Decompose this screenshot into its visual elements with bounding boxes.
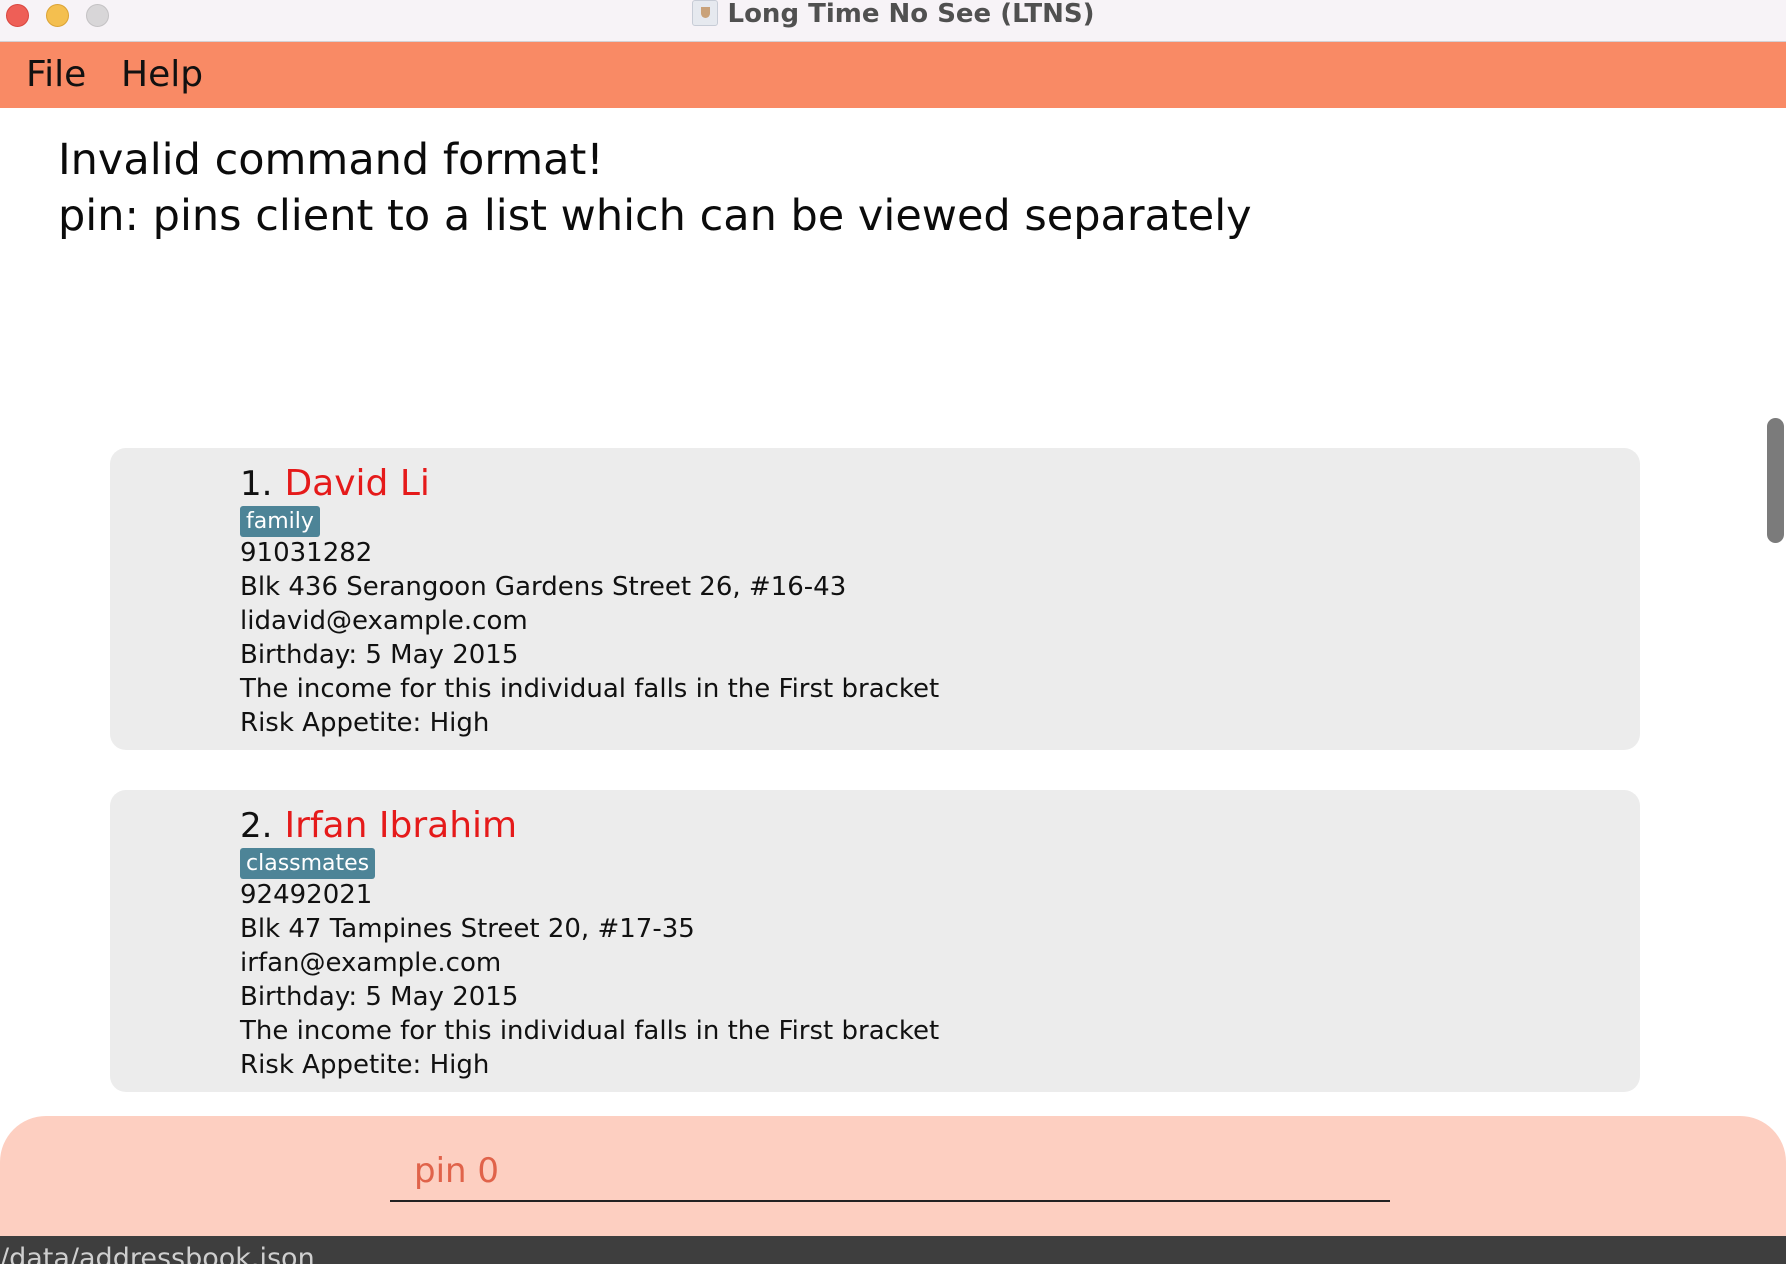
client-tag: family (240, 506, 320, 537)
data-file-path: /data/addressbook.json (0, 1243, 315, 1264)
client-list-scrollbar[interactable] (1767, 418, 1784, 543)
client-card[interactable]: 2. Irfan Ibrahim classmates 92492021 Blk … (110, 790, 1640, 1092)
app-icon (691, 0, 718, 26)
status-bar: /data/addressbook.json (0, 1236, 1786, 1264)
client-name: David Li (284, 463, 430, 504)
client-name: Irfan Ibrahim (284, 805, 518, 846)
client-email: irfan@example.com (240, 948, 502, 978)
client-index: 2. (240, 806, 273, 846)
client-risk-appetite: Risk Appetite: High (240, 1050, 490, 1080)
client-birthday: Birthday: 5 May 2015 (240, 982, 519, 1012)
client-phone: 92492021 (240, 880, 373, 910)
window-title: Long Time No See (LTNS) (0, 0, 1786, 30)
result-message-line-2: pin: pins client to a list which can be … (58, 191, 1252, 241)
command-box (0, 1116, 1786, 1236)
client-phone: 91031282 (240, 538, 373, 568)
result-message-line-1: Invalid command format! (58, 135, 604, 185)
menu-bar: File Help (0, 42, 1786, 108)
client-income: The income for this individual falls in … (240, 674, 940, 704)
client-card-header: 1. David Li (240, 462, 430, 512)
client-index: 1. (240, 464, 273, 504)
client-tag: classmates (240, 848, 376, 879)
menu-file[interactable]: File (26, 54, 86, 96)
client-birthday: Birthday: 5 May 2015 (240, 640, 519, 670)
window-title-text: Long Time No See (LTNS) (727, 0, 1095, 29)
client-card[interactable]: 1. David Li family 91031282 Blk 436 Seran… (110, 448, 1640, 750)
client-risk-appetite: Risk Appetite: High (240, 708, 490, 738)
client-card-header: 2. Irfan Ibrahim (240, 804, 517, 854)
menu-help[interactable]: Help (121, 54, 203, 96)
title-bar: Long Time No See (LTNS) (0, 0, 1786, 42)
client-email: lidavid@example.com (240, 606, 528, 636)
client-address: Blk 436 Serangoon Gardens Street 26, #16… (240, 572, 847, 602)
command-input[interactable] (390, 1142, 1390, 1202)
result-display: Invalid command format! pin: pins client… (0, 108, 1750, 400)
client-address: Blk 47 Tampines Street 20, #17-35 (240, 914, 695, 944)
client-income: The income for this individual falls in … (240, 1016, 940, 1046)
